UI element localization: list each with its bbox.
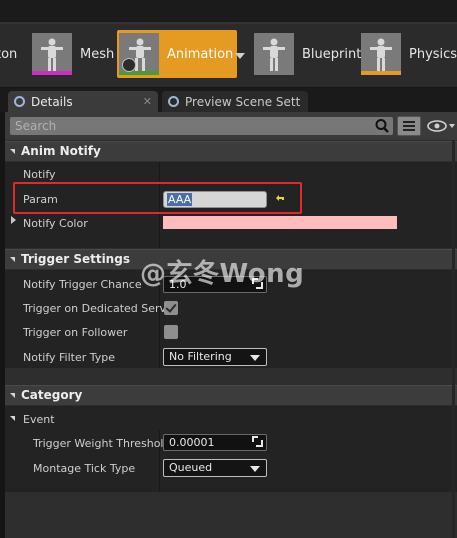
mode-physics[interactable]: Physics: [361, 30, 457, 78]
details-panel: Anim Notify Notify Param Notify Color Tr…: [5, 112, 457, 538]
scrollbar[interactable]: [452, 140, 455, 538]
info-icon: [168, 96, 179, 107]
weight-threshold-value: 0.00001: [169, 436, 215, 449]
tab-preview-scene-settings[interactable]: Preview Scene Sett: [162, 91, 308, 112]
physics-underline: [361, 71, 401, 75]
collapse-arrow-icon: [10, 257, 15, 262]
section-anim-notify[interactable]: Anim Notify: [5, 141, 457, 161]
montage-tick-label: Montage Tick Type: [33, 462, 136, 475]
physics-thumbnail-icon: [361, 33, 401, 75]
close-icon[interactable]: ✕: [143, 95, 152, 108]
search-icon[interactable]: [373, 117, 391, 135]
tab-label: Preview Scene Sett: [185, 94, 301, 109]
mode-label: eton: [0, 46, 18, 62]
annotation-highlight-box: [13, 182, 302, 214]
panel-tabstrip: Details ✕ Preview Scene Sett: [0, 88, 457, 112]
montage-tick-value: Queued: [169, 461, 213, 474]
notify-group-label: Notify: [23, 168, 56, 181]
search-row: [5, 112, 457, 140]
toolbar-top-strip: [0, 0, 457, 24]
event-group-label: Event: [23, 413, 55, 426]
section-title: Category: [21, 388, 83, 402]
mode-mesh[interactable]: Mesh: [32, 30, 114, 78]
blueprint-thumbnail-icon: [254, 33, 294, 75]
mode-animation[interactable]: Animation: [117, 30, 238, 78]
notify-color-swatch[interactable]: [163, 216, 397, 229]
collapse-arrow-icon: [10, 149, 15, 154]
follower-label: Trigger on Follower: [23, 326, 128, 339]
expand-arrow-icon[interactable]: [11, 216, 16, 224]
chevron-down-icon: [250, 466, 260, 472]
animation-underline: [119, 71, 159, 75]
weight-threshold-label: Trigger Weight Threshold: [33, 437, 171, 450]
mode-label: Animation: [167, 46, 234, 62]
spin-drag-icon: [252, 436, 263, 447]
info-icon: [14, 96, 25, 107]
collapse-arrow-icon[interactable]: [10, 416, 15, 421]
weight-threshold-field[interactable]: 0.00001: [163, 434, 267, 451]
mode-skeleton[interactable]: eton: [0, 30, 17, 78]
animation-thumbnail-icon: [119, 33, 159, 75]
trigger-chance-label: Notify Trigger Chance: [23, 278, 142, 291]
eye-icon[interactable]: [426, 118, 456, 134]
notify-color-label: Notify Color: [23, 217, 88, 230]
search-input[interactable]: [10, 117, 360, 135]
filter-type-value: No Filtering: [169, 350, 232, 363]
filter-type-label: Notify Filter Type: [23, 351, 116, 364]
mesh-thumbnail-icon: [32, 33, 72, 75]
montage-tick-dropdown[interactable]: Queued: [163, 459, 267, 477]
grid-icon: [403, 121, 415, 131]
dedicated-server-checkbox[interactable]: [164, 301, 178, 315]
filter-type-dropdown[interactable]: No Filtering: [163, 348, 267, 366]
tab-details[interactable]: Details ✕: [8, 91, 158, 112]
mode-blueprint[interactable]: Blueprint: [254, 30, 361, 78]
property-matrix-button[interactable]: [397, 116, 421, 136]
dedicated-server-label: Trigger on Dedicated Serve: [23, 302, 173, 315]
follower-checkbox[interactable]: [164, 325, 178, 339]
mode-label: Mesh: [80, 46, 115, 62]
section-category[interactable]: Category: [5, 385, 457, 405]
gear-badge-icon: [122, 58, 136, 72]
section-title: Anim Notify: [21, 144, 101, 158]
mode-toolbar: eton Mesh Animation Blueprint Physics: [0, 0, 457, 87]
mode-label: Physics: [409, 46, 457, 62]
search-box[interactable]: [10, 117, 393, 135]
collapse-arrow-icon: [10, 393, 15, 398]
chevron-down-icon[interactable]: [235, 53, 245, 59]
mesh-underline: [32, 71, 72, 75]
chevron-down-icon: [250, 355, 260, 361]
watermark-text: @玄冬Wong: [140, 259, 305, 289]
tab-label: Details: [31, 94, 73, 109]
mode-label: Blueprint: [302, 46, 362, 62]
section-title: Trigger Settings: [21, 252, 130, 266]
